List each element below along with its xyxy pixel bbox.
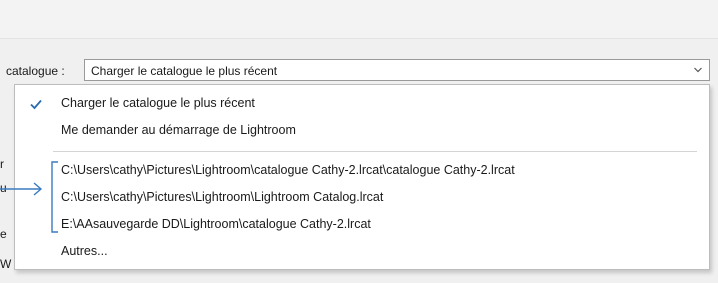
catalogue-label: catalogue :	[6, 64, 65, 78]
menu-separator	[53, 151, 697, 152]
menu-item-other[interactable]: Autres...	[15, 239, 709, 265]
default-catalogue-setting: catalogue : Charger le catalogue le plus…	[0, 56, 718, 84]
arrow-right-icon	[0, 161, 58, 233]
menu-item-label: Me demander au démarrage de Lightroom	[61, 123, 296, 137]
menu-item-catalog-path[interactable]: C:\Users\cathy\Pictures\Lightroom\catalo…	[15, 158, 709, 184]
top-toolbar-strip	[0, 0, 718, 39]
hidden-label-fragment: W	[0, 257, 12, 271]
menu-item-load-recent[interactable]: Charger le catalogue le plus récent	[15, 91, 709, 117]
menu-item-label: Autres...	[61, 244, 108, 258]
menu-item-catalog-path[interactable]: C:\Users\cathy\Pictures\Lightroom\Lightr…	[15, 185, 709, 211]
menu-item-label: Charger le catalogue le plus récent	[61, 96, 255, 110]
menu-item-catalog-path[interactable]: E:\AAsauvegarde DD\Lightroom\catalogue C…	[15, 212, 709, 238]
menu-item-ask-on-startup[interactable]: Me demander au démarrage de Lightroom	[15, 118, 709, 144]
chevron-down-icon[interactable]	[693, 65, 703, 75]
menu-item-label: C:\Users\cathy\Pictures\Lightroom\Lightr…	[61, 190, 384, 204]
menu-item-label: E:\AAsauvegarde DD\Lightroom\catalogue C…	[61, 217, 371, 231]
catalogue-select[interactable]: Charger le catalogue le plus récent	[84, 59, 710, 81]
check-icon	[30, 99, 42, 110]
catalogue-select-value: Charger le catalogue le plus récent	[91, 64, 278, 78]
menu-item-label: C:\Users\cathy\Pictures\Lightroom\catalo…	[61, 163, 515, 177]
catalogue-dropdown-list: Charger le catalogue le plus récent Me d…	[14, 84, 710, 270]
